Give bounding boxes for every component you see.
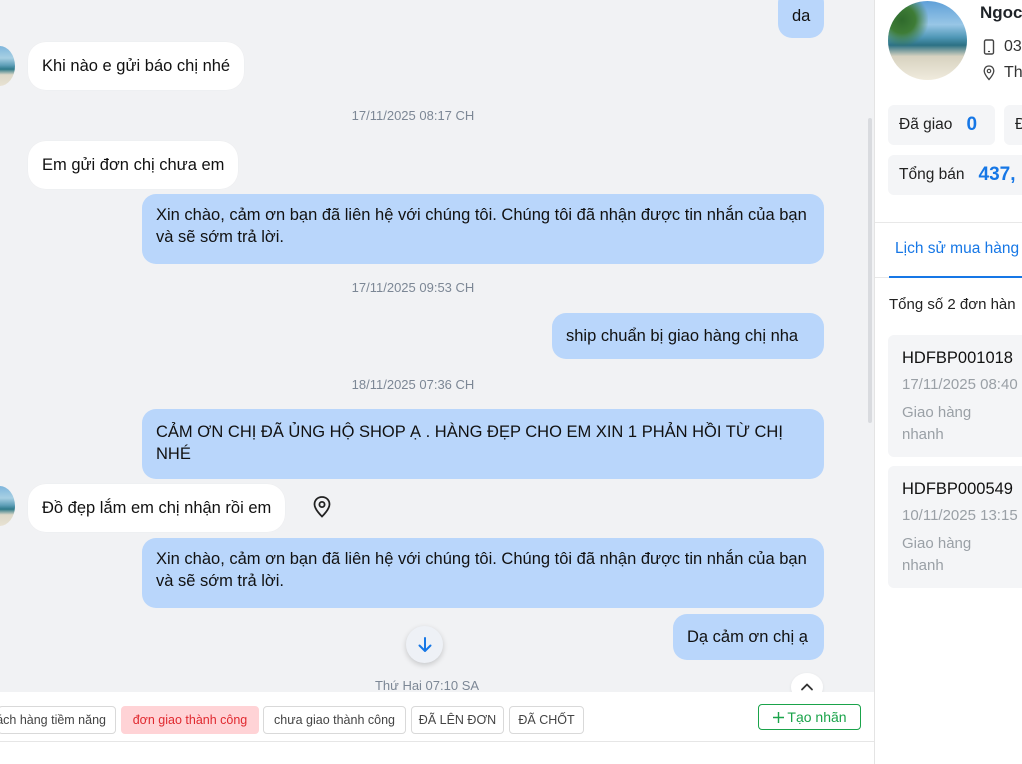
- message-text: Đồ đẹp lắm em chị nhận rồi em: [42, 499, 272, 517]
- order-count: Tổng số 2 đơn hàn: [889, 296, 1016, 313]
- customer-address-row: Th: [983, 64, 1022, 82]
- phone-icon: [983, 39, 995, 55]
- message-text: ship chuẩn bị giao hàng chị nha: [566, 327, 799, 345]
- customer-info-panel: Ngoc 03 Th Đã giao 0 Đ Tổng bán 437, Lịc…: [875, 0, 1022, 764]
- chevron-up-icon: [801, 683, 813, 691]
- order-shipping-method: Giao hàng nhanh: [902, 404, 972, 443]
- section-divider: [875, 222, 1022, 223]
- stat-delivered: Đã giao 0: [888, 105, 995, 145]
- tag-closed[interactable]: ĐÃ CHỐT: [509, 706, 584, 734]
- timestamp: 17/11/2025 08:17 CH: [351, 108, 475, 123]
- order-date: 10/11/2025 13:15: [902, 507, 1018, 524]
- customer-phone: 03: [1004, 38, 1022, 55]
- tab-purchase-history[interactable]: Lịch sử mua hàng: [895, 240, 1019, 258]
- customer-avatar: [0, 46, 15, 86]
- scroll-to-bottom-button[interactable]: [406, 626, 443, 663]
- stat-total-value: 437,: [978, 164, 1016, 185]
- incoming-message[interactable]: Em gửi đơn chị chưa em: [28, 141, 239, 189]
- order-date: 17/11/2025 08:40: [902, 376, 1018, 393]
- message-text: CẢM ƠN CHỊ ĐÃ ỦNG HỘ SHOP Ạ . HÀNG ĐẸP C…: [156, 423, 783, 463]
- stat-next-label: Đ: [1015, 116, 1022, 133]
- message-text: Em gửi đơn chị chưa em: [42, 156, 225, 174]
- customer-name: Ngoc: [980, 3, 1022, 22]
- order-shipping-method: Giao hàng nhanh: [902, 535, 972, 574]
- location-icon: [983, 65, 995, 81]
- incoming-message[interactable]: Khi nào e gửi báo chị nhé: [28, 42, 245, 90]
- arrow-down-icon: [418, 636, 431, 652]
- tag-potential-customer[interactable]: ách hàng tiềm năng: [0, 706, 116, 734]
- collapse-tags-button[interactable]: [791, 673, 823, 692]
- stat-total-label: Tổng bán: [899, 166, 965, 183]
- outgoing-message[interactable]: Xin chào, cảm ơn bạn đã liên hệ với chún…: [142, 194, 824, 264]
- tag-not-delivered[interactable]: chưa giao thành công: [263, 706, 406, 734]
- tag-order-created[interactable]: ĐÃ LÊN ĐƠN: [411, 706, 504, 734]
- stat-total-sales: Tổng bán 437,: [888, 155, 1022, 195]
- message-text: Dạ cảm ơn chị ạ: [687, 628, 808, 646]
- message-text: Khi nào e gửi báo chị nhé: [42, 57, 231, 75]
- message-text: Xin chào, cảm ơn bạn đã liên hệ với chún…: [156, 206, 807, 246]
- outgoing-message[interactable]: Xin chào, cảm ơn bạn đã liên hệ với chún…: [142, 538, 824, 608]
- customer-phone-row: 03: [983, 38, 1022, 56]
- tab-active-underline: [889, 276, 1022, 278]
- message-text: Xin chào, cảm ơn bạn đã liên hệ với chún…: [156, 550, 807, 590]
- timestamp: Thứ Hai 07:10 SA: [374, 678, 480, 692]
- timestamp: 17/11/2025 09:53 CH: [351, 280, 475, 295]
- outgoing-message[interactable]: Dạ cảm ơn chị ạ: [673, 614, 824, 660]
- customer-profile-avatar: [888, 1, 967, 80]
- customer-avatar: [0, 486, 15, 526]
- order-card[interactable]: HDFBP000549 10/11/2025 13:15 Giao hàng n…: [888, 466, 1022, 588]
- outgoing-message[interactable]: ship chuẩn bị giao hàng chị nha: [552, 313, 824, 359]
- customer-address: Th: [1004, 64, 1022, 81]
- stat-delivered-value: 0: [966, 114, 978, 135]
- outgoing-message[interactable]: da: [778, 0, 824, 38]
- order-card[interactable]: HDFBP001018 17/11/2025 08:40 Giao hàng n…: [888, 335, 1022, 457]
- order-code: HDFBP000549: [902, 480, 1013, 498]
- create-tag-button[interactable]: Tạo nhãn: [758, 704, 861, 730]
- chat-messages-panel[interactable]: da Khi nào e gửi báo chị nhé 17/11/2025 …: [0, 0, 874, 692]
- outgoing-message[interactable]: CẢM ƠN CHỊ ĐÃ ỦNG HỘ SHOP Ạ . HÀNG ĐẸP C…: [142, 409, 824, 479]
- tag-bar: ách hàng tiềm năng đơn giao thành công c…: [0, 692, 874, 742]
- tag-delivered-success[interactable]: đơn giao thành công: [121, 706, 259, 734]
- plus-icon: [773, 711, 785, 723]
- location-pin-icon[interactable]: [311, 495, 333, 519]
- order-code: HDFBP001018: [902, 349, 1013, 367]
- message-text: da: [792, 7, 811, 25]
- scrollbar[interactable]: [868, 118, 872, 423]
- timestamp: 18/11/2025 07:36 CH: [351, 377, 475, 392]
- stat-next: Đ: [1004, 105, 1022, 145]
- incoming-message[interactable]: Đồ đẹp lắm em chị nhận rồi em: [28, 484, 286, 532]
- create-tag-label: Tạo nhãn: [787, 709, 847, 725]
- stat-delivered-label: Đã giao: [899, 116, 953, 133]
